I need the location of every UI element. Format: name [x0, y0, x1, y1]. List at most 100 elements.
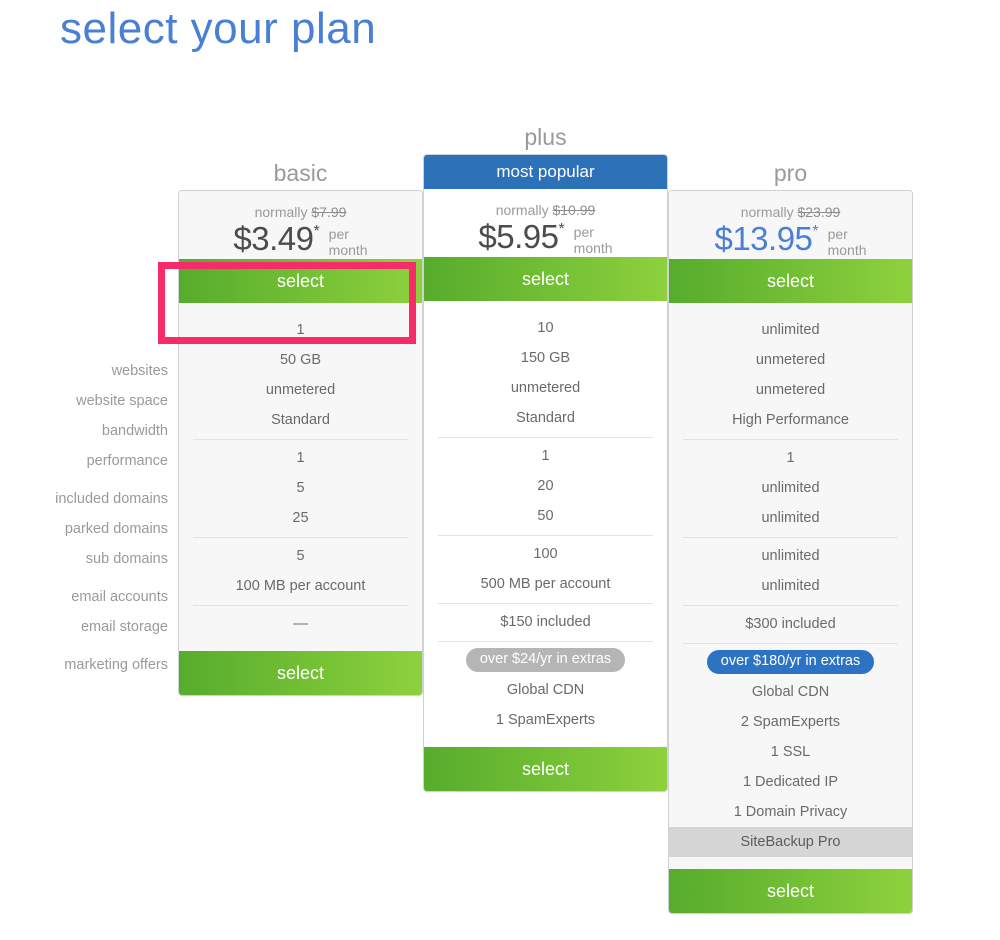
extras-pill-row-plus: over $24/yr in extras	[424, 641, 667, 675]
extra-pro-0: Global CDN	[751, 684, 830, 700]
value-basic-email-storage: 100 MB per account	[235, 578, 366, 594]
value-plus-email-accounts: 100	[424, 535, 667, 569]
feature-label-email-accounts: email accounts	[71, 589, 168, 605]
feature-label-website-space: website space	[76, 393, 168, 409]
value-pro-marketing-offers: $300 included	[669, 605, 912, 639]
normally-price-pro: normally $23.99	[669, 203, 912, 221]
page-title: select your plan	[60, 4, 377, 53]
normally-label: normally	[495, 202, 549, 218]
value-basic-marketing-offers: —	[179, 605, 422, 639]
value-pro-website-space: unmetered	[755, 352, 826, 368]
normally-label: normally	[740, 204, 794, 220]
price-asterisk-pro: *	[812, 223, 819, 240]
price-period-month: month	[328, 242, 368, 258]
price-period-month: month	[827, 242, 867, 258]
price-period-plus: per month	[574, 220, 613, 256]
value-plus-website-space: 150 GB	[520, 350, 571, 366]
price-period-per: per	[827, 226, 848, 242]
value-plus-sub-domains: 50	[537, 508, 554, 524]
price-asterisk-basic: *	[313, 223, 320, 240]
value-pro-performance: High Performance	[732, 412, 849, 428]
feature-label-bandwidth: bandwidth	[101, 423, 168, 439]
value-basic-website-space: 50 GB	[279, 352, 322, 368]
value-plus-performance: Standard	[516, 410, 575, 426]
value-pro-websites: unlimited	[761, 322, 820, 338]
select-button-pro-top[interactable]: select	[669, 259, 912, 303]
current-price-row-basic: $3.49* per month	[233, 220, 368, 259]
current-price-pro: $13.95	[714, 220, 813, 257]
current-price-row-plus: $5.95* per month	[478, 218, 613, 257]
feature-label-performance: performance	[86, 453, 168, 469]
plan-card-plus: most popular normally $10.99 $5.95* per …	[423, 154, 668, 792]
price-period-per: per	[328, 226, 349, 242]
value-basic-email-accounts: 5	[179, 537, 422, 571]
feature-label-column: websites website space bandwidth perform…	[0, 356, 168, 680]
value-plus-email-storage: 500 MB per account	[480, 576, 611, 592]
extra-pro-4: 1 Domain Privacy	[733, 804, 848, 820]
price-period-basic: per month	[329, 222, 368, 258]
extra-pro-2: 1 SSL	[770, 744, 811, 760]
price-period-per: per	[573, 224, 594, 240]
price-block-pro: normally $23.99 $13.95* per month	[669, 191, 912, 259]
plan-column-plus: plus most popular normally $10.99 $5.95*…	[423, 120, 668, 792]
select-button-basic-bottom[interactable]: select	[179, 651, 422, 695]
select-button-pro-bottom[interactable]: select	[669, 869, 912, 913]
feature-label-parked-domains: parked domains	[64, 521, 168, 537]
value-basic-websites: 1	[296, 322, 305, 338]
extras-badge-plus: over $24/yr in extras	[465, 648, 626, 672]
plan-card-basic: normally $7.99 $3.49* per month select 1…	[178, 190, 423, 696]
current-price-plus: $5.95	[478, 218, 559, 255]
plan-comparison-grid: websites website space bandwidth perform…	[0, 120, 1000, 940]
feature-label-marketing-offers: marketing offers	[64, 657, 168, 673]
feature-values-plus: 10 150 GB unmetered Standard 1 20 50 100…	[424, 301, 667, 747]
value-pro-parked-domains: unlimited	[761, 480, 820, 496]
old-price-pro: $23.99	[797, 204, 841, 220]
plan-title-pro: pro	[773, 160, 808, 186]
normally-price-plus: normally $10.99	[424, 201, 667, 219]
select-button-plus-top[interactable]: select	[424, 257, 667, 301]
value-plus-websites: 10	[537, 320, 554, 336]
value-basic-parked-domains: 5	[296, 480, 305, 496]
feature-values-pro: unlimited unmetered unmetered High Perfo…	[669, 303, 912, 869]
plan-column-pro: pro normally $23.99 $13.95* per month se…	[668, 120, 913, 914]
extra-plus-1: 1 SpamExperts	[495, 712, 596, 728]
feature-values-basic: 1 50 GB unmetered Standard 1 5 25 5 100 …	[179, 303, 422, 651]
value-pro-bandwidth: unmetered	[755, 382, 826, 398]
old-price-basic: $7.99	[311, 204, 347, 220]
current-price-basic: $3.49	[233, 220, 314, 257]
value-pro-email-accounts: unlimited	[669, 537, 912, 571]
plan-card-pro: normally $23.99 $13.95* per month select…	[668, 190, 913, 914]
price-asterisk-plus: *	[558, 221, 565, 238]
price-block-basic: normally $7.99 $3.49* per month	[179, 191, 422, 259]
old-price-plus: $10.99	[552, 202, 596, 218]
select-button-plus-bottom[interactable]: select	[424, 747, 667, 791]
value-basic-included-domains: 1	[179, 439, 422, 473]
extra-pro-3: 1 Dedicated IP	[742, 774, 839, 790]
value-plus-parked-domains: 20	[537, 478, 554, 494]
normally-label: normally	[254, 204, 308, 220]
price-block-plus: normally $10.99 $5.95* per month	[424, 189, 667, 257]
price-period-month: month	[573, 240, 613, 256]
select-button-basic-top[interactable]: select	[179, 259, 422, 303]
value-plus-bandwidth: unmetered	[510, 380, 581, 396]
value-basic-performance: Standard	[271, 412, 330, 428]
most-popular-badge: most popular	[424, 155, 667, 189]
feature-label-sub-domains: sub domains	[85, 551, 168, 567]
value-pro-included-domains: 1	[669, 439, 912, 473]
feature-label-email-storage: email storage	[80, 619, 168, 635]
extras-pill-row-pro: over $180/yr in extras	[669, 643, 912, 677]
extra-pro-5: SiteBackup Pro	[669, 827, 912, 857]
normally-price-basic: normally $7.99	[179, 203, 422, 221]
plan-title-plus: plus	[524, 124, 567, 150]
feature-label-included-domains: included domains	[55, 491, 168, 507]
extra-pro-1: 2 SpamExperts	[740, 714, 841, 730]
price-period-pro: per month	[828, 222, 867, 258]
value-basic-sub-domains: 25	[292, 510, 309, 526]
value-plus-included-domains: 1	[424, 437, 667, 471]
feature-label-websites: websites	[111, 363, 168, 379]
